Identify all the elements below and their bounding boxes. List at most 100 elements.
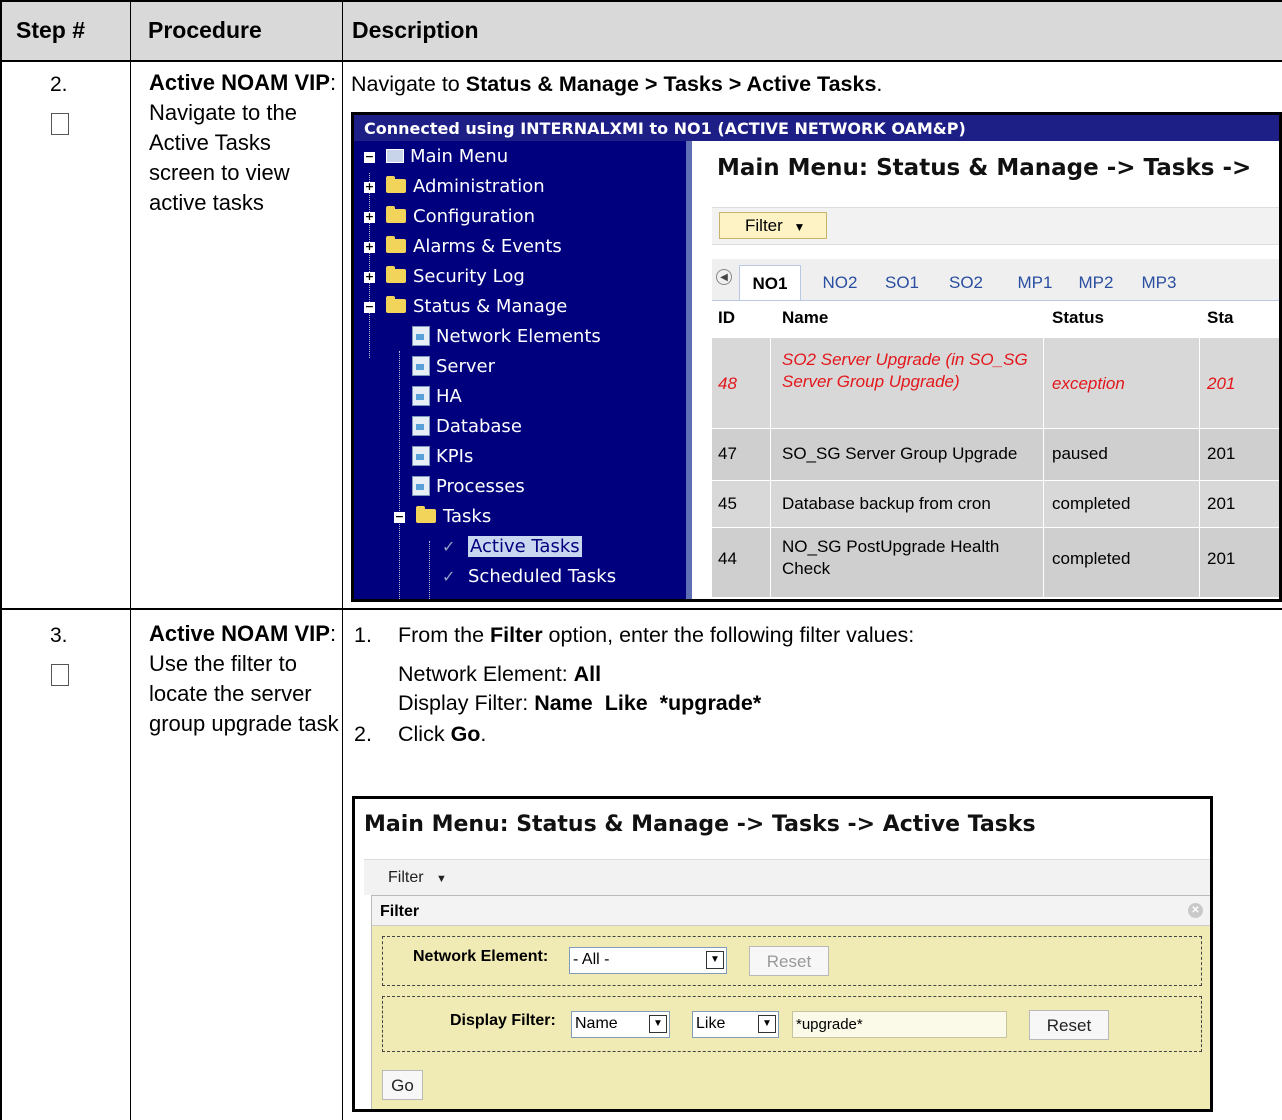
tree-item-ha[interactable]: HA xyxy=(412,383,462,411)
tree-label: Tasks xyxy=(443,506,492,527)
select-value: - All - xyxy=(573,951,610,968)
scroll-left-icon[interactable]: ◀ xyxy=(716,269,732,285)
tree-item-active-tasks[interactable]: ✓ Active Tasks xyxy=(442,533,582,561)
list-number: 1. xyxy=(354,623,372,647)
header-step: Step # xyxy=(16,17,86,43)
network-element-fieldset: Network Element: - All - ▼ Reset xyxy=(382,936,1202,986)
instruction-text: Click xyxy=(398,722,451,746)
tree-item-kpis[interactable]: KPIs xyxy=(412,443,473,471)
page-title: Main Menu: Status & Manage -> Tasks -> A… xyxy=(364,812,1036,837)
open-folder-icon xyxy=(416,506,436,523)
folder-icon xyxy=(386,176,406,193)
instruction-bold: Filter xyxy=(490,623,543,647)
tree-label: Main Menu xyxy=(410,146,509,167)
select-value: Like xyxy=(696,1015,726,1032)
value-bold: Name Like *upgrade* xyxy=(534,691,762,715)
page-title: Main Menu: Status & Manage -> Tasks -> xyxy=(717,155,1252,181)
page-icon xyxy=(412,356,430,376)
tree-item-status-manage[interactable]: − Status & Manage xyxy=(364,293,567,321)
tree-item-database[interactable]: Database xyxy=(412,413,522,441)
column-header-start[interactable]: Sta xyxy=(1207,308,1233,338)
filter-screenshot: Main Menu: Status & Manage -> Tasks -> A… xyxy=(352,796,1213,1112)
table-row[interactable]: 44 NO_SG PostUpgrade Health Check comple… xyxy=(712,527,1279,598)
tab-mp1[interactable]: MP1 xyxy=(1010,265,1060,300)
tree-item-alarms-events[interactable]: + Alarms & Events xyxy=(364,233,562,261)
chevron-down-icon: ▼ xyxy=(436,873,447,885)
tree-item-configuration[interactable]: + Configuration xyxy=(364,203,535,231)
server-tabs: ◀ NO1 NO2 SO1 SO2 MP1 MP2 MP3 xyxy=(712,259,1279,301)
filter-button[interactable]: Filter ▼ xyxy=(719,212,827,239)
list-number: 2. xyxy=(354,722,372,746)
column-divider xyxy=(770,528,771,598)
filter-label: Filter xyxy=(388,869,424,886)
tab-no1[interactable]: NO1 xyxy=(739,265,801,300)
display-filter-value-line: Display Filter: Name Like *upgrade* xyxy=(398,691,761,716)
task-start: 201 xyxy=(1207,549,1236,568)
chevron-down-icon: ▼ xyxy=(649,1015,667,1033)
table-row[interactable]: 48 SO2 Server Upgrade (in SO_SG Server G… xyxy=(712,337,1279,429)
expand-icon[interactable]: + xyxy=(364,241,375,253)
tab-mp3[interactable]: MP3 xyxy=(1134,265,1184,300)
page-icon xyxy=(412,446,430,466)
filter-toggle[interactable]: Filter ▼ xyxy=(388,869,447,887)
task-id: 48 xyxy=(718,374,737,393)
table-border xyxy=(0,608,1282,610)
value-bold: All xyxy=(573,662,602,686)
tree-item-scheduled-tasks[interactable]: ✓ Scheduled Tasks xyxy=(442,563,616,591)
table-row[interactable]: 45 Database backup from cron completed 2… xyxy=(712,480,1279,528)
value-label: Network Element: xyxy=(398,662,574,686)
instruction-text: option, enter the following filter value… xyxy=(542,623,915,647)
instruction-go: Click Go. xyxy=(398,722,486,747)
collapse-icon[interactable]: − xyxy=(364,151,375,163)
expand-icon[interactable]: + xyxy=(364,211,375,223)
column-header-name[interactable]: Name xyxy=(782,308,828,338)
tab-no2[interactable]: NO2 xyxy=(815,265,865,300)
expand-icon[interactable]: + xyxy=(364,271,375,283)
collapse-icon[interactable]: − xyxy=(364,301,375,313)
column-header-id[interactable]: ID xyxy=(718,308,735,338)
collapse-icon[interactable]: − xyxy=(394,511,405,523)
tree-item-administration[interactable]: + Administration xyxy=(364,173,545,201)
tab-mp2[interactable]: MP2 xyxy=(1071,265,1121,300)
task-name: Database backup from cron xyxy=(782,494,991,513)
column-header-status[interactable]: Status xyxy=(1052,308,1104,338)
network-element-value-line: Network Element: All xyxy=(398,662,601,687)
tree-item-network-elements[interactable]: Network Elements xyxy=(412,323,601,351)
tab-so2[interactable]: SO2 xyxy=(941,265,991,300)
tree-label: Configuration xyxy=(413,206,536,227)
table-border xyxy=(0,60,1282,62)
column-divider xyxy=(1199,481,1200,528)
table-border xyxy=(0,0,1282,2)
go-button[interactable]: Go xyxy=(382,1070,423,1100)
display-filter-field-select[interactable]: Name ▼ xyxy=(571,1011,670,1038)
tree-item-processes[interactable]: Processes xyxy=(412,473,525,501)
display-filter-value-input[interactable]: *upgrade* xyxy=(792,1011,1007,1038)
expand-icon[interactable]: + xyxy=(364,181,375,193)
tree-item-security-log[interactable]: + Security Log xyxy=(364,263,525,291)
display-filter-reset-button[interactable]: Reset xyxy=(1029,1010,1109,1040)
network-element-select[interactable]: - All - ▼ xyxy=(569,947,727,974)
tab-so1[interactable]: SO1 xyxy=(877,265,927,300)
step-checkbox[interactable] xyxy=(51,113,69,135)
tree-item-server[interactable]: Server xyxy=(412,353,495,381)
tree-item-tasks[interactable]: − Tasks xyxy=(394,503,491,531)
tree-item-main-menu[interactable]: − Main Menu xyxy=(364,143,508,171)
table-border xyxy=(0,0,2,1120)
step-checkbox[interactable] xyxy=(51,664,69,686)
header-procedure: Procedure xyxy=(148,17,262,43)
column-divider xyxy=(1043,338,1044,429)
page-icon xyxy=(412,416,430,436)
page-icon xyxy=(412,476,430,496)
table-row[interactable]: 47 SO_SG Server Group Upgrade paused 201 xyxy=(712,428,1279,481)
task-status: completed xyxy=(1052,549,1131,568)
close-icon[interactable]: ✕ xyxy=(1188,903,1203,918)
display-filter-operator-select[interactable]: Like ▼ xyxy=(692,1011,779,1038)
filter-label: Filter xyxy=(745,216,783,235)
tree-label: Database xyxy=(436,416,522,437)
task-start: 201 xyxy=(1207,444,1236,463)
step-number: 3. xyxy=(50,624,68,647)
network-element-reset-button[interactable]: Reset xyxy=(749,946,829,976)
folder-icon xyxy=(386,206,406,223)
table-border xyxy=(342,0,343,1120)
content-pane: Main Menu: Status & Manage -> Tasks -> F… xyxy=(686,141,1279,599)
